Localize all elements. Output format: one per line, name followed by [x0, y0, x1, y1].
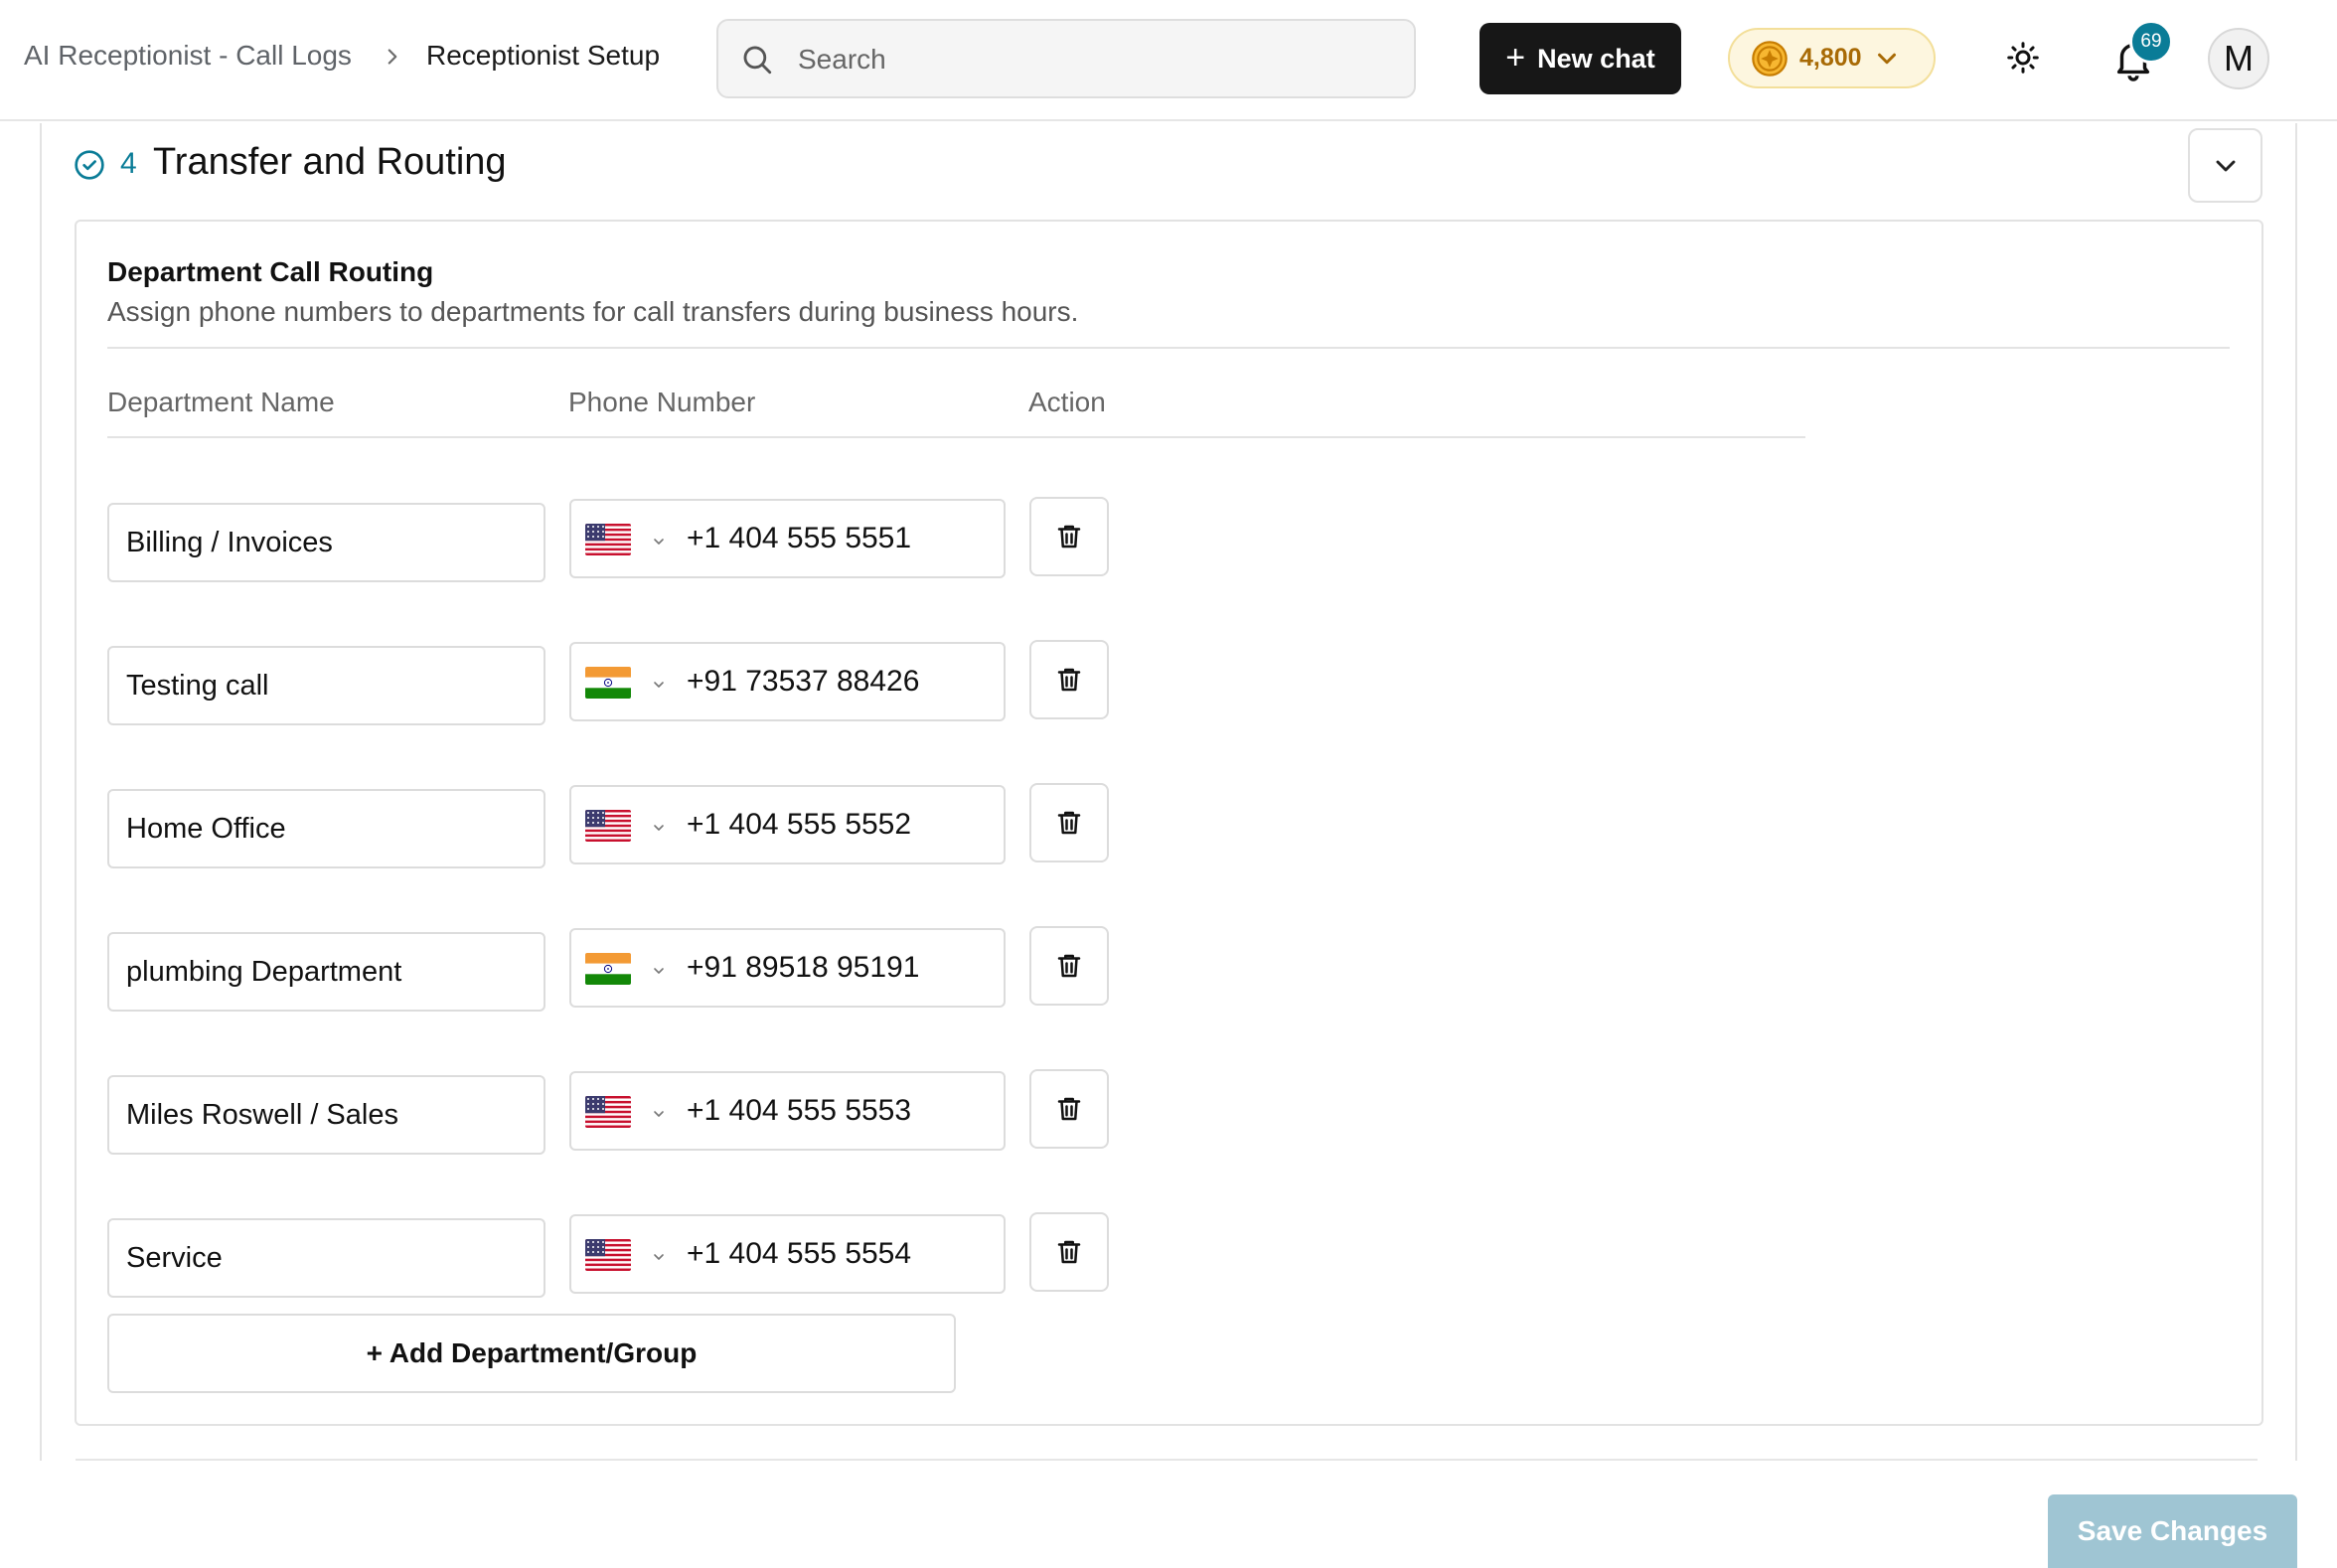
column-header-action: Action: [1028, 387, 1106, 417]
column-header-phone: Phone Number: [568, 387, 756, 417]
phone-number-field[interactable]: [569, 1214, 1006, 1294]
phone-number-input[interactable]: [687, 1228, 995, 1280]
delete-row-button[interactable]: [1029, 1212, 1109, 1292]
search-box[interactable]: [716, 19, 1416, 98]
chevron-down-icon: [654, 1254, 664, 1260]
table-row: [0, 1212, 1192, 1298]
table-row: [0, 926, 1192, 1012]
plus-icon: +: [1505, 39, 1526, 77]
credits-value: 4,800: [1799, 44, 1862, 72]
check-circle-icon: [75, 150, 104, 180]
notification-badge: 69: [2129, 20, 2173, 64]
chevron-down-icon: [654, 682, 664, 688]
delete-row-button[interactable]: [1029, 783, 1109, 862]
department-name-input[interactable]: [107, 1075, 545, 1155]
trash-icon: [1057, 668, 1081, 692]
panel-border-right: [2295, 123, 2297, 1461]
phone-number-field[interactable]: [569, 785, 1006, 864]
coin-icon: [1752, 40, 1788, 77]
department-name-input[interactable]: [107, 789, 545, 868]
trash-icon: [1057, 954, 1081, 978]
chevron-down-icon: [654, 539, 664, 545]
panel-divider-bottom: [76, 1459, 2258, 1461]
section-title: Transfer and Routing: [153, 141, 507, 183]
us-flag-icon[interactable]: [585, 524, 631, 555]
india-flag-icon[interactable]: [585, 667, 631, 699]
breadcrumb-call-logs[interactable]: AI Receptionist - Call Logs: [24, 40, 352, 72]
phone-number-input[interactable]: [687, 799, 995, 851]
add-department-button[interactable]: + Add Department/Group: [107, 1314, 956, 1393]
card-subtitle: Assign phone numbers to departments for …: [107, 296, 1079, 327]
department-name-input[interactable]: [107, 646, 545, 725]
chevron-down-icon: [654, 968, 664, 974]
phone-number-input[interactable]: [687, 942, 995, 994]
india-flag-icon[interactable]: [585, 953, 631, 985]
chevron-down-icon: [1877, 53, 1896, 64]
sun-icon[interactable]: [2005, 40, 2041, 76]
collapse-section-button[interactable]: [2188, 128, 2262, 203]
card-title: Department Call Routing: [107, 256, 434, 287]
save-changes-button[interactable]: Save Changes: [2048, 1494, 2297, 1568]
delete-row-button[interactable]: [1029, 640, 1109, 719]
avatar[interactable]: M: [2208, 28, 2269, 89]
trash-icon: [1057, 1240, 1081, 1264]
credits-dropdown[interactable]: 4,800: [1728, 28, 1936, 88]
us-flag-icon[interactable]: [585, 1239, 631, 1271]
trash-icon: [1057, 811, 1081, 835]
delete-row-button[interactable]: [1029, 926, 1109, 1006]
divider: [107, 347, 2230, 349]
trash-icon: [1057, 525, 1081, 549]
phone-number-field[interactable]: [569, 1071, 1006, 1151]
table-row: [0, 783, 1192, 868]
phone-number-input[interactable]: [687, 656, 995, 707]
search-icon: [743, 46, 772, 75]
phone-number-field[interactable]: [569, 642, 1006, 721]
department-name-input[interactable]: [107, 1218, 545, 1298]
chevron-right-icon: [388, 49, 397, 65]
table-row: [0, 1069, 1192, 1155]
delete-row-button[interactable]: [1029, 1069, 1109, 1149]
new-chat-button[interactable]: + New chat: [1480, 23, 1681, 94]
us-flag-icon[interactable]: [585, 1096, 631, 1128]
department-name-input[interactable]: [107, 503, 545, 582]
trash-icon: [1057, 1097, 1081, 1121]
table-header-divider: [107, 436, 1805, 438]
table-row: [0, 497, 1192, 582]
top-bar: AI Receptionist - Call Logs Receptionist…: [0, 0, 2337, 121]
section-number: 4: [120, 147, 137, 180]
new-chat-label: New chat: [1537, 43, 1655, 74]
chevron-down-icon: [654, 1111, 664, 1117]
table-row: [0, 640, 1192, 725]
column-header-department: Department Name: [107, 387, 335, 417]
phone-number-input[interactable]: [687, 1085, 995, 1137]
phone-number-input[interactable]: [687, 513, 995, 564]
department-name-input[interactable]: [107, 932, 545, 1012]
chevron-down-icon: [2216, 160, 2235, 171]
phone-number-field[interactable]: [569, 499, 1006, 578]
chevron-down-icon: [654, 825, 664, 831]
delete-row-button[interactable]: [1029, 497, 1109, 576]
search-input[interactable]: [798, 35, 1394, 84]
phone-number-field[interactable]: [569, 928, 1006, 1008]
us-flag-icon[interactable]: [585, 810, 631, 842]
breadcrumb-receptionist-setup: Receptionist Setup: [426, 40, 661, 71]
